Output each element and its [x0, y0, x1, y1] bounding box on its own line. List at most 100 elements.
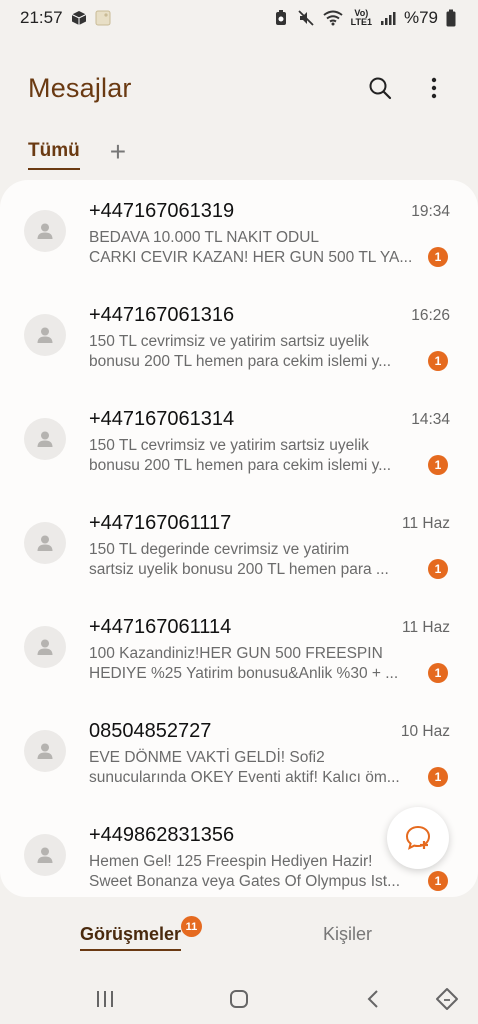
message-time: 19:34	[411, 203, 450, 220]
message-preview: 100 Kazandiniz!HER GUN 500 FREESPIN HEDI…	[89, 644, 414, 684]
preview-line-2: CARKI CEVIR KAZAN! HER GUN 500 TL YA...	[89, 249, 413, 266]
filter-tabs: Tümü +	[28, 138, 126, 174]
mute-icon	[297, 9, 315, 27]
avatar	[24, 210, 66, 252]
volte-label-bottom: LTE1	[350, 17, 372, 27]
battery-icon	[446, 9, 456, 27]
preview-line-2: Sweet Bonanza veya Gates Of Olympus Ist.…	[89, 873, 400, 890]
sender-name: +447167061314	[89, 408, 235, 430]
conversation-row[interactable]: +447167061314 14:34 150 TL cevrimsiz ve …	[0, 388, 478, 492]
tab-conversations[interactable]: Görüşmeler	[80, 924, 182, 951]
person-icon	[37, 847, 53, 863]
back-button[interactable]	[360, 986, 386, 1012]
back-icon	[367, 990, 378, 1008]
avatar	[24, 730, 66, 772]
conversation-list[interactable]: +447167061319 19:34 BEDAVA 10.000 TL NAK…	[0, 180, 478, 897]
system-navigation-bar	[0, 974, 478, 1020]
add-category-button[interactable]: +	[110, 138, 126, 166]
page-title: Mesajlar	[28, 72, 132, 103]
avatar	[24, 522, 66, 564]
preview-line-1: 150 TL cevrimsiz ve yatirim sartsiz uyel…	[89, 437, 369, 454]
preview-line-1: 150 TL degerinde cevrimsiz ve yatirim	[89, 541, 350, 558]
unread-badge: 1	[428, 663, 448, 683]
recent-apps-icon	[97, 991, 113, 1007]
more-vertical-icon	[431, 77, 437, 99]
preview-line-2: bonusu 200 TL hemen para cekim islemi y.…	[89, 457, 392, 474]
message-time: 10 Haz	[400, 723, 450, 740]
sender-name: +447167061114	[89, 616, 232, 638]
unread-badge: 1	[428, 247, 448, 267]
conversation-row[interactable]: +447167061319 19:34 BEDAVA 10.000 TL NAK…	[0, 180, 478, 284]
avatar	[24, 418, 66, 460]
sender-name: +447167061319	[89, 200, 235, 222]
status-right: Vo) LTE1 %79	[273, 8, 456, 28]
battery-percent: %79	[403, 8, 438, 27]
sender-name: +447167061316	[89, 304, 235, 326]
status-left: 21:57	[20, 8, 111, 28]
preview-line-1: 100 Kazandiniz!HER GUN 500 FREESPIN	[89, 645, 383, 662]
avatar	[24, 314, 66, 356]
header-actions	[366, 74, 448, 102]
unread-badge: 1	[428, 871, 448, 891]
person-icon	[37, 639, 53, 655]
conversation-row[interactable]: +447167061316 16:26 150 TL cevrimsiz ve …	[0, 284, 478, 388]
new-message-icon	[405, 825, 431, 850]
wifi-icon	[323, 10, 343, 26]
preview-line-2: sartsiz uyelik bonusu 200 TL hemen para …	[89, 561, 389, 578]
sender-name: +449862831356	[89, 824, 235, 846]
preview-line-2: bonusu 200 TL hemen para cekim islemi y.…	[89, 353, 392, 370]
person-icon	[37, 535, 53, 551]
message-time: 11 Haz	[402, 619, 450, 636]
person-icon	[37, 223, 53, 239]
bottom-tabs: Görüşmeler 11 Kişiler	[0, 912, 478, 962]
avatar	[24, 834, 66, 876]
person-icon	[37, 327, 53, 343]
message-preview: 150 TL cevrimsiz ve yatirim sartsiz uyel…	[89, 436, 414, 476]
message-time: 16:26	[411, 307, 450, 324]
tab-contacts[interactable]: Kişiler	[323, 924, 372, 945]
search-button[interactable]	[366, 74, 394, 102]
sender-name: +447167061117	[89, 512, 232, 534]
message-time: 14:34	[411, 411, 450, 428]
conversation-row[interactable]: 08504852727 10 Haz EVE DÖNME VAKTİ GELDİ…	[0, 700, 478, 804]
sender-name: 08504852727	[89, 720, 212, 742]
message-preview: Hemen Gel! 125 Freespin Hediyen Hazir! S…	[89, 852, 414, 892]
volte-icon: Vo) LTE1	[351, 9, 372, 27]
message-preview: EVE DÖNME VAKTİ GELDİ! Sofi2 sunucuların…	[89, 748, 414, 788]
message-time: 11 Haz	[402, 515, 450, 532]
alarm-icon	[273, 9, 289, 27]
home-icon	[230, 990, 248, 1008]
unread-badge: 1	[428, 559, 448, 579]
image-icon	[95, 10, 111, 26]
status-time: 21:57	[20, 8, 63, 27]
status-bar: 21:57 Vo) LTE1 %79	[0, 0, 478, 36]
preview-line-2: sunucularında OKEY Eventi aktif! Kalıcı …	[89, 769, 400, 786]
tab-all[interactable]: Tümü	[28, 140, 80, 170]
app-header: Mesajlar	[0, 60, 478, 116]
message-preview: 150 TL cevrimsiz ve yatirim sartsiz uyel…	[89, 332, 414, 372]
search-icon	[369, 77, 392, 100]
conversations-badge: 11	[181, 916, 202, 937]
person-icon	[37, 431, 53, 447]
unread-badge: 1	[428, 351, 448, 371]
unread-badge: 1	[428, 767, 448, 787]
tag-icon	[436, 988, 458, 1010]
conversation-row[interactable]: +447167061114 11 Haz 100 Kazandiniz!HER …	[0, 596, 478, 700]
preview-line-1: EVE DÖNME VAKTİ GELDİ! Sofi2	[89, 749, 325, 766]
preview-line-2: HEDIYE %25 Yatirim bonusu&Anlik %30 + ..…	[89, 665, 399, 682]
conversation-row[interactable]: +447167061117 11 Haz 150 TL degerinde ce…	[0, 492, 478, 596]
message-preview: 150 TL degerinde cevrimsiz ve yatirim sa…	[89, 540, 414, 580]
more-options-button[interactable]	[420, 74, 448, 102]
new-message-button[interactable]	[387, 807, 449, 869]
signal-icon	[380, 10, 396, 26]
home-button[interactable]	[226, 986, 252, 1012]
preview-line-1: BEDAVA 10.000 TL NAKIT ODUL	[89, 229, 320, 246]
preview-line-1: 150 TL cevrimsiz ve yatirim sartsiz uyel…	[89, 333, 369, 350]
recent-apps-button[interactable]	[92, 986, 118, 1012]
person-icon	[37, 743, 53, 759]
cube-icon	[71, 10, 87, 26]
unread-badge: 1	[428, 455, 448, 475]
keyboard-toggle-button[interactable]	[434, 986, 460, 1012]
preview-line-1: Hemen Gel! 125 Freespin Hediyen Hazir!	[89, 853, 373, 870]
avatar	[24, 626, 66, 668]
